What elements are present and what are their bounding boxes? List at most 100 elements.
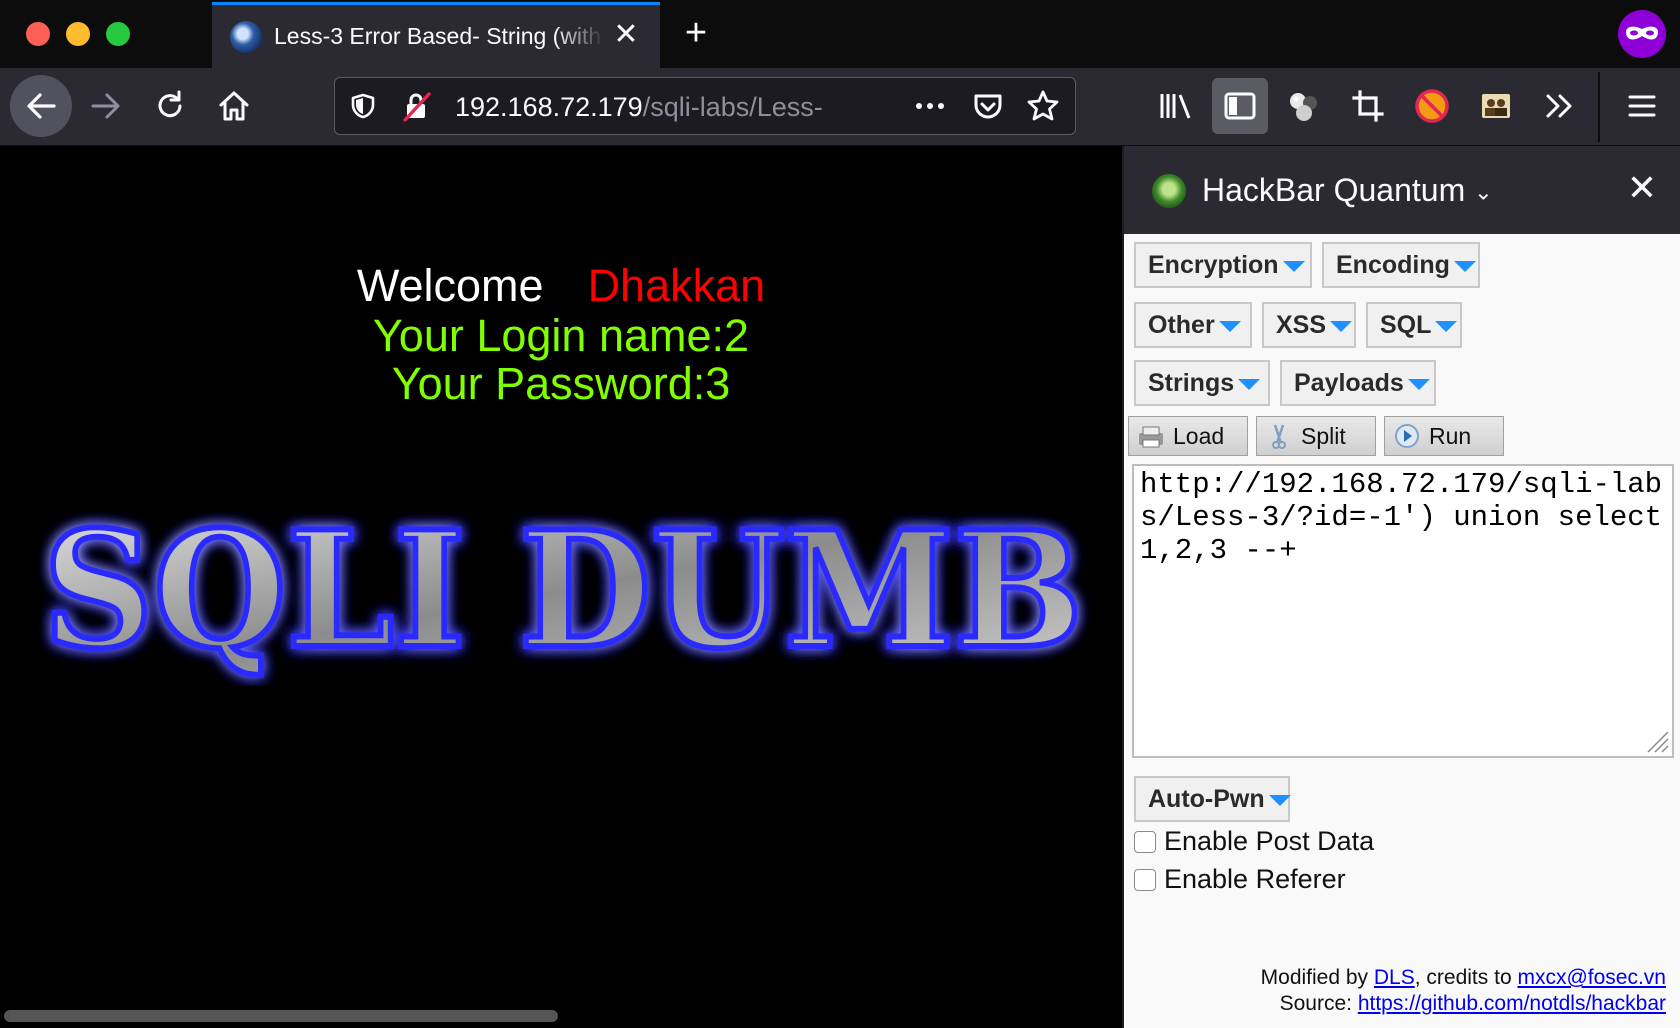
- autopwn-label: Auto-Pwn: [1148, 785, 1265, 813]
- sidebar-title-text: HackBar Quantum: [1202, 172, 1466, 208]
- tab-title: Less-3 Error Based- String (with Twist): [274, 23, 604, 49]
- pocket-icon[interactable]: [971, 90, 1005, 124]
- autopwn-menu-button[interactable]: Auto-Pwn: [1134, 776, 1291, 822]
- blocked-cookie-icon: [1415, 89, 1449, 123]
- payloads-menu-button[interactable]: Payloads: [1280, 360, 1436, 406]
- horizontal-scrollbar[interactable]: [4, 1010, 558, 1022]
- close-window-button[interactable]: [26, 22, 50, 46]
- scissors-icon: [1272, 424, 1286, 449]
- printer-icon: [1139, 426, 1163, 448]
- hamburger-icon: [1628, 95, 1656, 117]
- dropdown-arrow-icon: [1218, 320, 1241, 332]
- modified-by-text: Modified by: [1260, 966, 1369, 989]
- chevrons-right-icon: [1546, 94, 1572, 118]
- tab-close-icon[interactable]: ✕: [610, 17, 642, 53]
- sidebar-header: HackBar Quantum ⌄ ✕: [1124, 146, 1680, 234]
- hackbar-logo-icon: [1152, 174, 1186, 208]
- logo-text: SQLI DUMB: [43, 506, 1083, 684]
- welcome-line: Welcome Dhakkan: [0, 262, 1122, 310]
- other-menu-button[interactable]: Other: [1134, 302, 1252, 348]
- forward-button[interactable]: [78, 78, 134, 134]
- molecule-icon: [1290, 93, 1317, 121]
- app-menu-button[interactable]: [1614, 78, 1670, 134]
- address-bar[interactable]: 192.168.72.179/sqli-labs/Less-: [334, 77, 1076, 135]
- password-line: Your Password:3: [391, 358, 731, 409]
- new-tab-button[interactable]: +: [676, 14, 716, 54]
- library-button[interactable]: [1148, 78, 1204, 134]
- more-actions-icon[interactable]: [913, 96, 947, 116]
- url-textarea[interactable]: http://192.168.72.179/sqli-labs/Less-3/?…: [1132, 464, 1674, 758]
- sqli-dumb-logo: SQLI DUMB: [40, 506, 1086, 686]
- site-favicon-icon: [230, 21, 262, 53]
- enable-post-label: Enable Post Data: [1164, 826, 1375, 856]
- split-label: Split: [1301, 423, 1346, 449]
- hackbar-sidebar: HackBar Quantum ⌄ ✕ Encryption Encoding …: [1122, 146, 1680, 1028]
- insecure-lock-icon[interactable]: [401, 90, 433, 122]
- url-path: /sqli-labs/Less-: [642, 92, 823, 122]
- home-icon: [219, 91, 249, 121]
- dropdown-arrow-icon: [1268, 794, 1291, 806]
- forward-arrow-icon: [91, 93, 120, 119]
- encoding-menu-button[interactable]: Encoding: [1322, 242, 1480, 288]
- dropdown-arrow-icon: [1453, 260, 1476, 272]
- encryption-label: Encryption: [1148, 251, 1279, 279]
- xss-menu-button[interactable]: XSS: [1262, 302, 1356, 348]
- reload-button[interactable]: [142, 78, 198, 134]
- encryption-menu-button[interactable]: Encryption: [1134, 242, 1312, 288]
- footer-source: Source: https://github.com/notdls/hackba…: [1126, 992, 1666, 1016]
- enable-referer-checkbox[interactable]: [1134, 869, 1156, 891]
- screenshot-button[interactable]: [1340, 78, 1396, 134]
- sql-menu-button[interactable]: SQL: [1366, 302, 1462, 348]
- minimize-window-button[interactable]: [66, 22, 90, 46]
- tab-bar: Less-3 Error Based- String (with Twist) …: [0, 0, 1680, 68]
- extension-balls-button[interactable]: [1276, 78, 1332, 134]
- url-host: 192.168.72.179: [455, 92, 643, 122]
- navigation-toolbar: 192.168.72.179/sqli-labs/Less-: [0, 68, 1680, 146]
- shield-icon[interactable]: [349, 92, 377, 120]
- source-text: Source:: [1279, 992, 1352, 1015]
- extension-blocker-button[interactable]: [1404, 78, 1460, 134]
- load-url-button[interactable]: Load: [1128, 416, 1248, 456]
- welcome-text: Welcome: [356, 260, 544, 311]
- other-label: Other: [1148, 311, 1215, 339]
- dropdown-arrow-icon: [1330, 320, 1353, 332]
- email-link[interactable]: mxcx@fosec.vn: [1517, 966, 1666, 989]
- people-icon: [1482, 94, 1510, 118]
- play-icon: [1395, 424, 1419, 448]
- dropdown-arrow-icon: [1407, 378, 1430, 390]
- dls-link[interactable]: DLS: [1374, 966, 1415, 989]
- dropdown-arrow-icon: [1282, 260, 1305, 272]
- enable-post-checkbox[interactable]: [1134, 831, 1156, 853]
- toolbar-divider: [1598, 72, 1600, 142]
- reload-icon: [158, 90, 182, 118]
- footer-credits: Modified by DLS, credits to mxcx@fosec.v…: [1126, 966, 1666, 990]
- encoding-label: Encoding: [1336, 251, 1450, 279]
- crop-icon: [1352, 90, 1384, 122]
- xss-label: XSS: [1276, 311, 1327, 339]
- credits-text: , credits to: [1414, 966, 1512, 989]
- overflow-menu-button[interactable]: [1532, 78, 1588, 134]
- sidebar-icon: [1224, 92, 1256, 120]
- page-content: Welcome Dhakkan Your Login name:2 Your Pa…: [0, 146, 1122, 1028]
- sql-label: SQL: [1380, 311, 1432, 339]
- home-button[interactable]: [206, 78, 262, 134]
- sidebar-title[interactable]: HackBar Quantum ⌄: [1202, 172, 1493, 209]
- back-arrow-icon: [27, 93, 56, 119]
- private-browsing-icon: [1618, 10, 1666, 58]
- run-url-button[interactable]: Run: [1384, 416, 1504, 456]
- zoom-window-button[interactable]: [106, 22, 130, 46]
- sidebar-close-icon[interactable]: ✕: [1620, 166, 1664, 210]
- source-link[interactable]: https://github.com/notdls/hackbar: [1358, 992, 1666, 1015]
- strings-label: Strings: [1148, 369, 1235, 397]
- back-button[interactable]: [10, 75, 72, 137]
- strings-menu-button[interactable]: Strings: [1134, 360, 1270, 406]
- bookmark-star-icon[interactable]: [1025, 88, 1061, 124]
- url-text[interactable]: 192.168.72.179/sqli-labs/Less-: [455, 92, 823, 123]
- payloads-label: Payloads: [1294, 369, 1404, 397]
- run-label: Run: [1429, 423, 1472, 449]
- tab-active[interactable]: Less-3 Error Based- String (with Twist) …: [212, 2, 660, 68]
- split-url-button[interactable]: Split: [1256, 416, 1376, 456]
- extension-people-button[interactable]: [1468, 78, 1524, 134]
- resize-grip-icon[interactable]: [1644, 728, 1670, 754]
- sidebar-toggle-button[interactable]: [1212, 78, 1268, 134]
